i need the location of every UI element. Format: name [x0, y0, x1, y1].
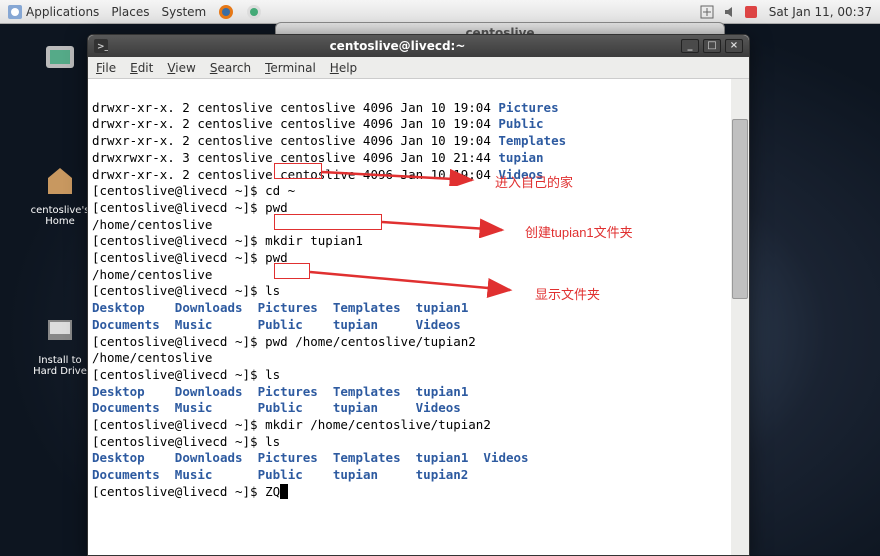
menu-terminal[interactable]: Terminal	[265, 61, 316, 75]
desktop-icon-home[interactable]: centoslive's Home	[30, 160, 90, 227]
desktop-icon-install[interactable]: Install to Hard Drive	[30, 310, 90, 377]
terminal-window: >_ centoslive@livecd:~ _ □ × File Edit V…	[87, 34, 750, 556]
menu-file[interactable]: File	[96, 61, 116, 75]
scrollbar-thumb[interactable]	[732, 119, 748, 299]
firefox-icon[interactable]	[218, 4, 234, 20]
menu-view[interactable]: View	[167, 61, 195, 75]
menu-system[interactable]: System	[161, 4, 206, 20]
network-icon[interactable]	[699, 4, 715, 20]
close-button[interactable]: ×	[725, 39, 743, 53]
minimize-button[interactable]: _	[681, 39, 699, 53]
menu-edit[interactable]: Edit	[130, 61, 153, 75]
update-icon[interactable]	[743, 4, 759, 20]
desktop-top-panel: Applications Places System Sat Jan 11, 0…	[0, 0, 880, 24]
maximize-button[interactable]: □	[703, 39, 721, 53]
volume-icon[interactable]	[721, 4, 737, 20]
window-title: centoslive@livecd:~	[114, 39, 681, 53]
annot-text-1: 进入自己的家	[495, 172, 573, 191]
app-icon[interactable]	[246, 4, 262, 20]
svg-text:>_: >_	[97, 42, 108, 52]
menu-help[interactable]: Help	[330, 61, 357, 75]
menu-search[interactable]: Search	[210, 61, 251, 75]
annot-text-2: 创建tupian1文件夹	[525, 222, 633, 241]
desktop-icon-computer[interactable]	[30, 40, 90, 85]
title-bar[interactable]: >_ centoslive@livecd:~ _ □ ×	[88, 35, 749, 57]
menu-bar: File Edit View Search Terminal Help	[88, 57, 749, 79]
menu-applications[interactable]: Applications	[8, 4, 99, 20]
menu-places[interactable]: Places	[111, 4, 149, 20]
terminal-icon: >_	[94, 39, 108, 53]
terminal-output[interactable]: drwxr-xr-x. 2 centoslive centoslive 4096…	[88, 79, 749, 555]
annot-text-3: 显示文件夹	[535, 284, 600, 303]
clock[interactable]: Sat Jan 11, 00:37	[769, 5, 872, 19]
